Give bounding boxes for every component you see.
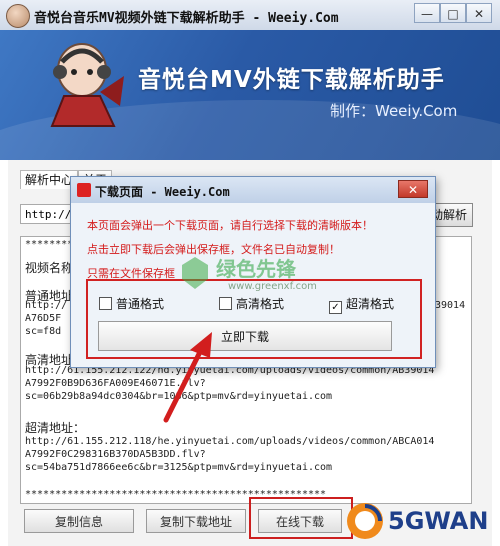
app-icon — [6, 4, 30, 28]
annotation-arrow-icon — [163, 332, 212, 423]
result-line: sc=f8d — [25, 326, 62, 337]
dialog-close-button[interactable]: ✕ — [398, 180, 428, 198]
banner-credit: 制作：Weeiy.Com — [330, 102, 458, 120]
result-line: A7992F0C298316B370DA5B3DD.flv? — [25, 449, 206, 460]
checkbox[interactable] — [99, 297, 112, 310]
greenxf-logo-icon — [182, 257, 208, 289]
watermark-greenxf: 绿色先锋 — [216, 257, 296, 281]
option-label: 超清格式 — [346, 297, 395, 311]
checkbox[interactable] — [219, 297, 232, 310]
dialog-title: 下载页面 - Weeiy.Com — [95, 185, 230, 199]
window-title: 音悦台音乐MV视频外链下载解析助手 - Weeiy.Com — [34, 11, 339, 26]
option-label: 普通格式 — [116, 297, 165, 311]
mascot-icon — [50, 43, 124, 127]
banner-title: 音悦台MV外链下载解析助手 — [138, 67, 445, 93]
dialog-message: 点击立即下载后会弹出保存框，文件名已自动复制！ — [87, 243, 340, 256]
minimize-button[interactable]: — — [414, 3, 440, 23]
dialog-app-icon — [77, 183, 91, 197]
option-normal[interactable]: 普通格式 — [99, 295, 164, 311]
option-super-hd[interactable]: ✓ 超清格式 — [329, 295, 395, 314]
watermark-greenxf-url: www.greenxf.com — [228, 281, 317, 292]
5gwan-logo-icon — [347, 503, 383, 539]
download-now-button[interactable]: 立即下载 — [98, 321, 392, 351]
dialog-message: 本页面会弹出一个下载页面，请自行选择下载的清晰版本！ — [87, 219, 373, 232]
result-fragment: 39014 — [435, 300, 466, 311]
option-hd[interactable]: 高清格式 — [219, 295, 284, 311]
maximize-button[interactable]: □ — [440, 3, 466, 23]
result-line: http://61.155.212.118/he.yinyuetai.com/u… — [25, 436, 435, 447]
result-line: A76D5F — [25, 313, 62, 324]
copy-download-url-button[interactable]: 复制下载地址 — [146, 509, 246, 533]
result-line: sc=54ba751d7866ee6c&br=3125&ptp=mv&rd=yi… — [25, 462, 333, 473]
result-line: http:// — [25, 300, 68, 311]
close-button[interactable]: ✕ — [466, 3, 492, 23]
result-line: 超清地址： — [25, 421, 86, 435]
option-label: 高清格式 — [236, 297, 285, 311]
checkbox-checked[interactable]: ✓ — [329, 301, 342, 314]
watermark-5gwan: 5GWAN — [388, 507, 489, 535]
result-line: 视频名称 — [25, 261, 74, 275]
highlight-box — [249, 497, 353, 539]
copy-info-button[interactable]: 复制信息 — [24, 509, 134, 533]
